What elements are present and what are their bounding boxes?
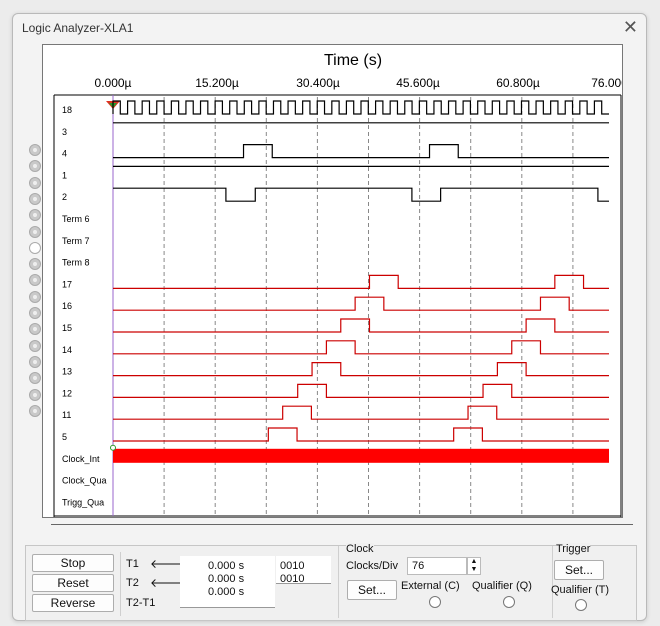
channel-label: 1 [62,170,67,180]
counter-channel-waveform [113,383,609,398]
channel-label: 12 [62,388,72,398]
channel-led [29,241,41,254]
close-icon[interactable]: ✕ [623,18,638,36]
qualifier-q-label: Qualifier (Q) [472,580,532,592]
external-radio[interactable] [429,596,441,608]
qualifier-t-label: Qualifier (T) [551,584,610,596]
channel-label: Clock_Qua [62,476,107,486]
channel-label: 18 [62,105,72,115]
logic-analyzer-window: Logic Analyzer-XLA1 ✕ Time (s) 0.000µ 15.2… [12,13,647,621]
divider [120,552,121,616]
channel-label: 4 [62,149,67,159]
clocks-div-label: Clocks/Div [346,560,398,572]
channel-led [29,404,41,417]
channel-led [29,372,41,385]
t1-time-value: 0.000 s [208,560,245,572]
time-tick-label: 60.800µ [496,76,540,90]
channel-label: Clock_Int [62,454,100,464]
counter-channel-waveform [113,405,609,420]
t2-label: T2 [126,577,139,589]
channel-label: 3 [62,127,67,137]
diff-time-value: 0.000 s [208,586,245,598]
channel-led [29,323,41,336]
channel-label: Term 8 [62,258,90,268]
t1-label: T1 [126,558,139,570]
waveform-display[interactable]: Time (s) 0.000µ 15.200µ 30.400µ 45.600µ 60.80… [42,44,623,518]
channel-led [29,290,41,303]
stop-button[interactable]: Stop [32,554,114,572]
waveform-svg: Time (s) 0.000µ 15.200µ 30.400µ 45.600µ 60.80… [53,52,622,517]
channel-led [29,307,41,319]
channel-label: Term 6 [62,214,90,224]
channel-led [29,339,41,352]
time-tick-label: 30.400µ [296,76,340,90]
channel-label: Trigg_Qua [62,497,104,507]
window-title: Logic Analyzer-XLA1 [22,21,134,35]
trigger-group [552,546,636,618]
channel-label: 17 [62,279,72,289]
t2-value: 0010 [280,573,305,585]
t2-time-value: 0.000 s [208,573,245,585]
qualifier-t-radio[interactable] [575,599,587,611]
external-label: External (C) [401,580,460,592]
channel-label: 2 [62,192,67,202]
channel-label: 5 [62,432,67,442]
channel-label: 14 [62,345,72,355]
channel-led [29,355,41,368]
time-axis-label: Time (s) [324,52,382,69]
channel-4-waveform [113,144,609,159]
channel-led [29,160,41,173]
counter-channel-waveform [113,427,609,442]
control-panel: Stop Reset Reverse T1 🡐 🡒 T2 🡐 🡒 T2-T1 0… [25,543,637,621]
channel-label: 16 [62,301,72,311]
counter-channel-waveform [113,274,609,289]
clock-int-bar [113,448,609,463]
channel-label: 15 [62,323,72,333]
display-separator [51,524,633,525]
reverse-button[interactable]: Reverse [32,594,114,612]
channel-label: Term 7 [62,236,90,246]
counter-channel-waveform [113,362,609,377]
channel-led [29,176,41,189]
clocks-div-input[interactable]: 76 [407,557,467,575]
t1-value: 0010 [280,560,305,572]
t2-t1-label: T2-T1 [126,597,156,609]
channel-led [29,192,41,205]
time-tick-label: 76.000µ [591,76,622,90]
clock-group-label: Clock [346,543,374,555]
time-tick-label: 0.000µ [95,76,132,90]
clock-set-button[interactable]: Set... [347,580,397,600]
title-bar: Logic Analyzer-XLA1 ✕ [13,14,646,42]
trigger-group-label: Trigger [556,543,591,555]
channel-led [29,225,41,238]
counter-channel-waveform [113,340,609,355]
time-tick-label: 15.200µ [195,76,239,90]
qualifier-q-radio[interactable] [503,596,515,608]
counter-channel-waveform [113,318,609,333]
channel-label: 11 [62,410,71,420]
channel-label: 13 [62,367,72,377]
trigger-set-button[interactable]: Set... [554,560,604,580]
channel-led [29,274,41,287]
reset-button[interactable]: Reset [32,574,114,592]
channel-led [29,144,41,156]
clock-int-marker-icon [110,444,116,451]
channel-18-waveform [112,100,609,115]
channel-led [29,388,41,401]
channel-led [29,209,41,222]
time-tick-label: 45.600µ [396,76,440,90]
channel-led [29,258,41,271]
clocks-div-spinner[interactable]: ▲ ▼ [467,557,481,575]
channel-2-waveform [113,187,609,202]
counter-channel-waveform [113,296,609,311]
